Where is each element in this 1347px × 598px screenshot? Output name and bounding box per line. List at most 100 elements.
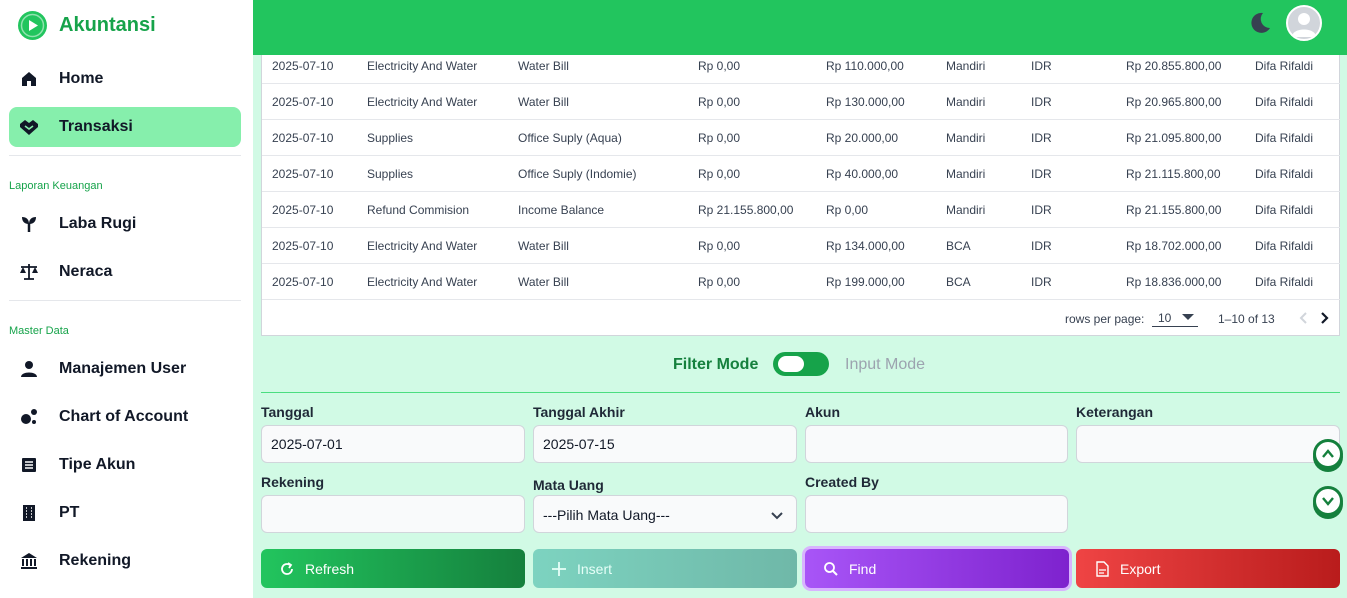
- table-row[interactable]: 2025-07-10 Refund Commision Income Balan…: [262, 192, 1340, 228]
- tanggal-akhir-input[interactable]: [533, 425, 797, 463]
- insert-label: Insert: [577, 560, 613, 577]
- cell-description: Water Bill: [518, 274, 569, 289]
- cell-created-by: Difa Rifaldi: [1255, 166, 1314, 181]
- cell-currency: IDR: [1031, 238, 1052, 253]
- chart-icon: [19, 407, 39, 427]
- cell-bank: Mandiri: [946, 202, 986, 217]
- rows-per-page-select[interactable]: 10: [1152, 307, 1198, 327]
- tanggal-label: Tanggal: [261, 404, 314, 420]
- cell-date: 2025-07-10: [272, 94, 334, 109]
- sidebar-divider: [9, 155, 241, 156]
- sidebar-item-manajemen-user[interactable]: Manajemen User: [9, 349, 241, 389]
- sidebar-item-transaksi[interactable]: Transaksi: [9, 107, 241, 147]
- input-mode-label: Input Mode: [845, 356, 926, 373]
- handshake-icon: [19, 117, 39, 137]
- sidebar-item-label: Neraca: [59, 263, 113, 280]
- mata-uang-select[interactable]: ---Pilih Mata Uang---: [533, 495, 797, 533]
- sidebar-divider: [9, 300, 241, 301]
- sidebar-item-label: Tipe Akun: [59, 456, 136, 473]
- cell-bank: Mandiri: [946, 166, 986, 181]
- cell-currency: IDR: [1031, 166, 1052, 181]
- created-by-label: Created By: [805, 474, 879, 490]
- mode-toggle[interactable]: [773, 352, 829, 376]
- tanggal-input[interactable]: [261, 425, 525, 463]
- cell-created-by: Difa Rifaldi: [1255, 238, 1314, 253]
- cell-description: Water Bill: [518, 238, 569, 253]
- form-divider: [261, 392, 1340, 393]
- scroll-down-button[interactable]: [1313, 486, 1343, 516]
- table-row[interactable]: 2025-07-10 Electricity And Water Water B…: [262, 48, 1340, 84]
- cell-date: 2025-07-10: [272, 166, 334, 181]
- cell-credit: Rp 20.000,00: [826, 130, 899, 145]
- sidebar-item-laba-rugi[interactable]: Laba Rugi: [9, 204, 241, 244]
- caret-down-icon: [1182, 314, 1194, 320]
- mata-uang-value: ---Pilih Mata Uang---: [543, 507, 670, 523]
- refresh-button[interactable]: Refresh: [261, 549, 525, 588]
- cell-bank: Mandiri: [946, 130, 986, 145]
- cell-balance: Rp 21.115.800,00: [1126, 166, 1221, 181]
- user-avatar-icon[interactable]: [1286, 5, 1322, 41]
- plant-icon: [19, 214, 39, 234]
- find-button[interactable]: Find: [805, 549, 1069, 588]
- sidebar-item-pt[interactable]: PT: [9, 493, 241, 533]
- table-row[interactable]: 2025-07-10 Supplies Office Suply (Indomi…: [262, 156, 1340, 192]
- sidebar-item-home[interactable]: Home: [9, 59, 241, 99]
- created-by-input[interactable]: [805, 495, 1068, 533]
- sidebar-item-label: Manajemen User: [59, 360, 187, 377]
- find-label: Find: [849, 560, 877, 577]
- section-label-master: Master Data: [9, 325, 69, 337]
- table-row[interactable]: 2025-07-10 Supplies Office Suply (Aqua) …: [262, 120, 1340, 156]
- cell-balance: Rp 20.855.800,00: [1126, 58, 1222, 73]
- cell-credit: Rp 130.000,00: [826, 94, 905, 109]
- sidebar-item-neraca[interactable]: Neraca: [9, 252, 241, 292]
- brand[interactable]: Akuntansi: [18, 11, 156, 40]
- cell-date: 2025-07-10: [272, 58, 334, 73]
- cell-currency: IDR: [1031, 58, 1052, 73]
- cell-account: Electricity And Water: [367, 238, 478, 253]
- cell-debit: Rp 21.155.800,00: [698, 202, 794, 217]
- cell-bank: BCA: [946, 238, 971, 253]
- akun-input[interactable]: [805, 425, 1068, 463]
- chevron-left-icon[interactable]: [1294, 308, 1314, 328]
- cell-currency: IDR: [1031, 94, 1052, 109]
- sidebar-item-label: PT: [59, 504, 80, 521]
- cell-created-by: Difa Rifaldi: [1255, 130, 1314, 145]
- table-row[interactable]: 2025-07-10 Electricity And Water Water B…: [262, 84, 1340, 120]
- cell-balance: Rp 18.836.000,00: [1126, 274, 1222, 289]
- tanggal-akhir-label: Tanggal Akhir: [533, 404, 625, 420]
- insert-button[interactable]: Insert: [533, 549, 797, 588]
- keterangan-input[interactable]: [1076, 425, 1340, 463]
- bank-icon: [19, 551, 39, 571]
- sidebar-item-tipe-akun[interactable]: Tipe Akun: [9, 445, 241, 485]
- sidebar-item-label: Laba Rugi: [59, 215, 137, 232]
- sidebar-item-label: Home: [59, 70, 104, 87]
- chevron-right-icon[interactable]: [1314, 308, 1334, 328]
- chevron-down-icon: [1322, 497, 1334, 506]
- cell-balance: Rp 20.965.800,00: [1126, 94, 1222, 109]
- rekening-input[interactable]: [261, 495, 525, 533]
- cell-created-by: Difa Rifaldi: [1255, 58, 1314, 73]
- export-button[interactable]: Export: [1076, 549, 1340, 588]
- sidebar-item-rekening[interactable]: Rekening: [9, 541, 241, 581]
- cell-balance: Rp 21.095.800,00: [1126, 130, 1222, 145]
- user-icon: [19, 359, 39, 379]
- moon-icon[interactable]: [1247, 10, 1273, 36]
- cell-account: Electricity And Water: [367, 58, 478, 73]
- cell-created-by: Difa Rifaldi: [1255, 202, 1314, 217]
- sidebar-item-chart-of-account[interactable]: Chart of Account: [9, 397, 241, 437]
- cell-created-by: Difa Rifaldi: [1255, 94, 1314, 109]
- toggle-knob: [778, 356, 804, 372]
- cell-debit: Rp 0,00: [698, 166, 741, 181]
- table-row[interactable]: 2025-07-10 Electricity And Water Water B…: [262, 228, 1340, 264]
- top-header: [253, 0, 1347, 55]
- cell-bank: Mandiri: [946, 58, 986, 73]
- table-row[interactable]: 2025-07-10 Electricity And Water Water B…: [262, 264, 1340, 300]
- cell-bank: BCA: [946, 274, 971, 289]
- cell-date: 2025-07-10: [272, 274, 334, 289]
- cell-description: Office Suply (Aqua): [518, 130, 622, 145]
- scroll-up-button[interactable]: [1313, 439, 1343, 469]
- cell-account: Electricity And Water: [367, 274, 478, 289]
- rekening-label: Rekening: [261, 474, 325, 490]
- akun-label: Akun: [805, 404, 840, 420]
- cell-credit: Rp 110.000,00: [826, 58, 904, 73]
